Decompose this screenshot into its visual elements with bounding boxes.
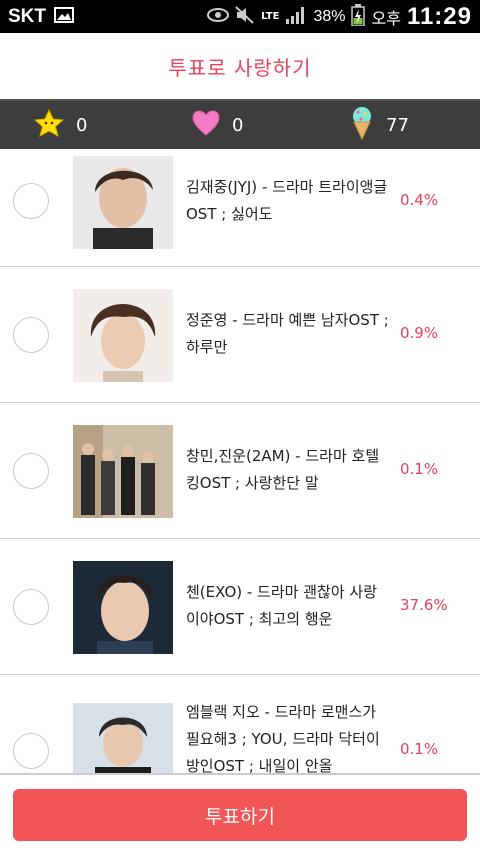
song-title: 창민,진운(2AM) - 드라마 호텔킹OST ; 사랑한단 말 bbox=[186, 447, 380, 492]
star-count: 0 bbox=[76, 114, 88, 136]
mute-icon bbox=[235, 5, 255, 28]
battery-icon bbox=[351, 3, 366, 30]
artist-photo bbox=[73, 561, 173, 654]
select-radio[interactable] bbox=[13, 453, 49, 489]
page-title: 투표로 사랑하기 bbox=[168, 55, 312, 80]
ice-cream-icon bbox=[350, 106, 374, 145]
footer: 투표하기 bbox=[0, 773, 480, 853]
song-title: 첸(EXO) - 드라마 괜찮아 사랑이야OST ; 최고의 행운 bbox=[186, 583, 377, 628]
star-stat: 0 bbox=[33, 108, 88, 142]
vote-percent: 37.6% bbox=[400, 596, 448, 614]
battery-percent: 38% bbox=[313, 7, 346, 25]
select-radio[interactable] bbox=[13, 589, 49, 625]
clock-time: 11:29 bbox=[406, 2, 472, 30]
song-title: 정준영 - 드라마 예쁜 남자OST ; 하루만 bbox=[186, 311, 389, 356]
signal-icon bbox=[285, 6, 307, 28]
candidate-list: 김재중(JYJ) - 드라마 트라이앵글OST ; 싫어도 0.4% 정준영 -… bbox=[0, 149, 480, 773]
list-item[interactable]: 정준영 - 드라마 예쁜 남자OST ; 하루만 0.9% bbox=[0, 267, 480, 403]
select-radio[interactable] bbox=[13, 183, 49, 219]
status-bar: SKT LTE 38% 오후 11:29 bbox=[0, 0, 480, 33]
stats-bar: 0 0 77 bbox=[0, 99, 480, 149]
icecream-stat: 77 bbox=[350, 106, 409, 145]
vote-button[interactable]: 투표하기 bbox=[13, 789, 467, 841]
gallery-icon bbox=[54, 6, 74, 27]
vote-percent: 0.1% bbox=[400, 460, 439, 478]
heart-count: 0 bbox=[232, 114, 244, 136]
carrier-name: SKT bbox=[8, 5, 46, 27]
eye-icon bbox=[207, 7, 230, 26]
network-type: LTE bbox=[261, 10, 280, 22]
vote-percent: 0.9% bbox=[400, 324, 439, 342]
artist-photo bbox=[73, 425, 173, 518]
list-item[interactable]: 창민,진운(2AM) - 드라마 호텔킹OST ; 사랑한단 말 0.1% bbox=[0, 403, 480, 539]
star-icon bbox=[33, 108, 65, 142]
header: 투표로 사랑하기 bbox=[0, 33, 480, 99]
song-title: 김재중(JYJ) - 드라마 트라이앵글OST ; 싫어도 bbox=[186, 178, 388, 223]
list-item[interactable]: 김재중(JYJ) - 드라마 트라이앵글OST ; 싫어도 0.4% bbox=[0, 149, 480, 267]
heart-icon bbox=[192, 109, 220, 141]
list-item[interactable]: 첸(EXO) - 드라마 괜찮아 사랑이야OST ; 최고의 행운 37.6% bbox=[0, 539, 480, 675]
heart-stat: 0 bbox=[192, 109, 244, 141]
artist-photo bbox=[73, 156, 173, 249]
list-item[interactable]: 엠블랙 지오 - 드라마 로맨스가 필요해3 ; YOU, 드라마 닥터이방인O… bbox=[0, 675, 480, 773]
select-radio[interactable] bbox=[13, 733, 49, 769]
select-radio[interactable] bbox=[13, 317, 49, 353]
artist-photo bbox=[73, 703, 173, 773]
song-title: 엠블랙 지오 - 드라마 로맨스가 필요해3 ; YOU, 드라마 닥터이방인O… bbox=[186, 703, 380, 773]
vote-percent: 0.4% bbox=[400, 191, 439, 209]
clock-ampm: 오후 bbox=[371, 10, 401, 28]
vote-percent: 0.1% bbox=[400, 740, 439, 758]
icecream-count: 77 bbox=[386, 114, 409, 136]
artist-photo bbox=[73, 289, 173, 382]
